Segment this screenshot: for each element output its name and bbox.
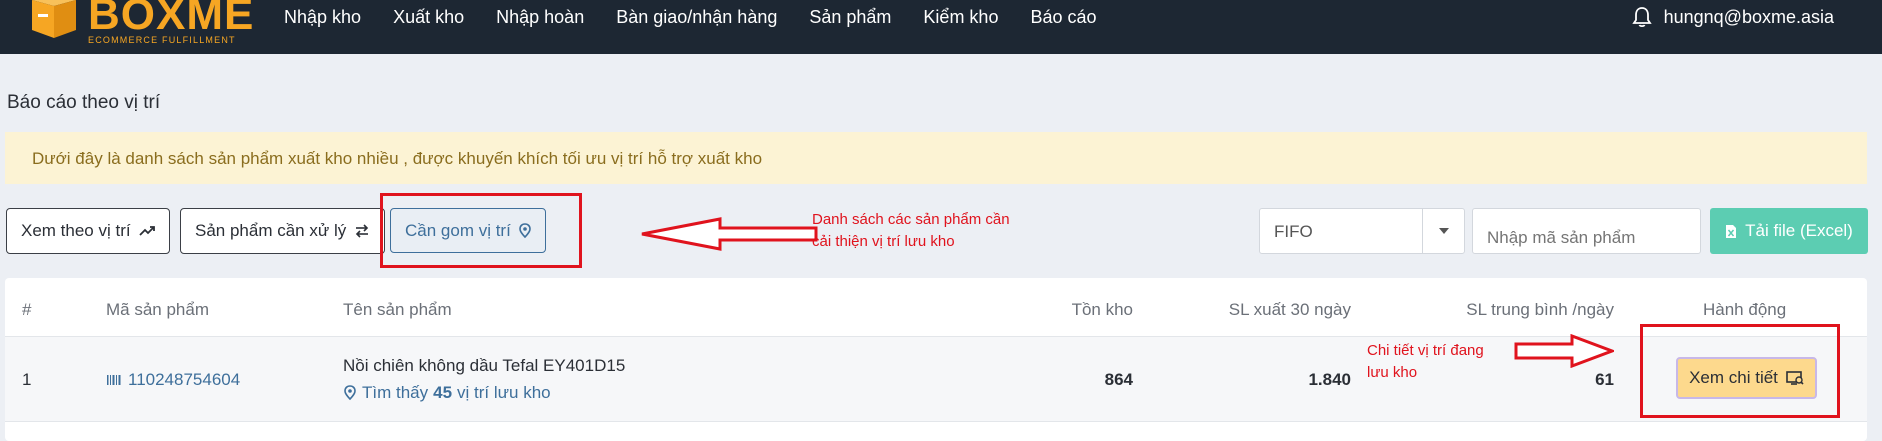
location-found-suffix: vị trí lưu kho	[457, 383, 551, 402]
annotation-consolidate-line2: cải thiện vị trí lưu kho	[812, 233, 955, 250]
location-found-count: 45	[433, 383, 453, 402]
sort-select[interactable]: FIFO	[1259, 208, 1465, 254]
column-header-stock: Tồn kho	[1071, 300, 1133, 319]
barcode-icon	[107, 375, 121, 385]
stock-value: 864	[1104, 370, 1133, 389]
monitor-icon	[1786, 371, 1804, 385]
info-notice: Dưới đây là danh sách sản phẩm xuất kho …	[5, 132, 1867, 184]
annotation-detail-line1: Chi tiết vị trí đang	[1367, 342, 1484, 359]
column-header-index: #	[22, 300, 32, 319]
info-notice-text: Dưới đây là danh sách sản phẩm xuất kho …	[32, 149, 763, 168]
trend-up-icon	[138, 226, 155, 236]
row-index: 1	[22, 370, 32, 389]
download-excel-button[interactable]: Tải file (Excel)	[1710, 208, 1868, 254]
view-detail-label: Xem chi tiết	[1689, 368, 1778, 387]
product-name: Nồi chiên không dầu Tefal EY401D15	[343, 356, 626, 375]
file-excel-icon	[1726, 224, 1737, 238]
location-count-link[interactable]: Tìm thấy 45 vị trí lưu kho	[344, 383, 551, 403]
annotation-consolidate-note: Danh sách các sản phẩm cần cải thiện vị …	[812, 209, 1010, 253]
sort-select-value: FIFO	[1274, 222, 1313, 241]
annotation-arrow-right	[1514, 334, 1614, 368]
page-title: Báo cáo theo vị trí	[7, 92, 161, 113]
map-pin-icon	[519, 222, 531, 238]
nav-item-nhap-hoan[interactable]: Nhập hoàn	[496, 7, 584, 28]
dropdown-caret-icon[interactable]	[1422, 209, 1464, 253]
nav-item-san-pham[interactable]: Sản phẩm	[809, 7, 891, 28]
annotation-detail-line2: lưu kho	[1367, 364, 1418, 381]
out-30d-value: 1.840	[1308, 370, 1351, 389]
consolidate-location-label: Cần gom vị trí	[405, 220, 511, 240]
column-header-out-30d: SL xuất 30 ngày	[1228, 300, 1351, 319]
product-code-search-input[interactable]	[1472, 208, 1701, 254]
annotation-arrow-left	[641, 217, 818, 251]
brand-name: BOXME	[88, 0, 255, 39]
column-header-avg-per-day: SL trung bình /ngày	[1466, 300, 1614, 319]
nav-item-ban-giao[interactable]: Bàn giao/nhận hàng	[616, 7, 777, 28]
bell-icon[interactable]	[1631, 6, 1652, 28]
avg-per-day-value: 61	[1595, 370, 1614, 389]
map-pin-icon	[344, 385, 356, 401]
annotation-detail-note: Chi tiết vị trí đang lưu kho	[1367, 340, 1484, 384]
column-header-name: Tên sản phẩm	[343, 300, 452, 319]
nav-item-kiem-kho[interactable]: Kiểm kho	[923, 7, 998, 28]
brand-tagline: ECOMMERCE FULFILLMENT	[88, 35, 236, 45]
annotation-consolidate-line1: Danh sách các sản phẩm cần	[812, 211, 1010, 228]
box-logo-icon	[28, 0, 80, 40]
nav-item-bao-cao[interactable]: Báo cáo	[1030, 7, 1096, 28]
products-to-process-label: Sản phẩm cần xử lý	[195, 221, 347, 240]
sku-value: 110248754604	[128, 370, 241, 389]
column-header-action: Hành động	[1703, 300, 1787, 319]
download-excel-label: Tải file (Excel)	[1745, 221, 1853, 240]
boxme-logo[interactable]: BOXME ECOMMERCE FULFILLMENT	[28, 0, 254, 46]
top-navbar: BOXME ECOMMERCE FULFILLMENT Nhập kho Xuấ…	[0, 0, 1882, 54]
consolidate-location-button[interactable]: Cần gom vị trí	[390, 208, 546, 253]
nav-item-nhap-kho[interactable]: Nhập kho	[284, 7, 361, 28]
products-to-process-button[interactable]: Sản phẩm cần xử lý	[180, 208, 386, 254]
view-detail-button[interactable]: Xem chi tiết	[1676, 357, 1817, 399]
column-header-sku: Mã sản phẩm	[106, 300, 209, 319]
nav-item-xuat-kho[interactable]: Xuất kho	[393, 7, 464, 28]
view-by-location-button[interactable]: Xem theo vị trí	[6, 208, 170, 254]
main-nav: Nhập kho Xuất kho Nhập hoàn Bàn giao/nhậ…	[284, 0, 1129, 34]
sku-link[interactable]: 110248754604	[106, 370, 240, 390]
swap-icon	[356, 224, 369, 238]
location-found-prefix: Tìm thấy	[362, 383, 429, 402]
user-email: hungnq@boxme.asia	[1663, 6, 1834, 27]
user-menu[interactable]: hungnq@boxme.asia	[1631, 4, 1834, 30]
view-by-location-label: Xem theo vị trí	[21, 221, 131, 240]
